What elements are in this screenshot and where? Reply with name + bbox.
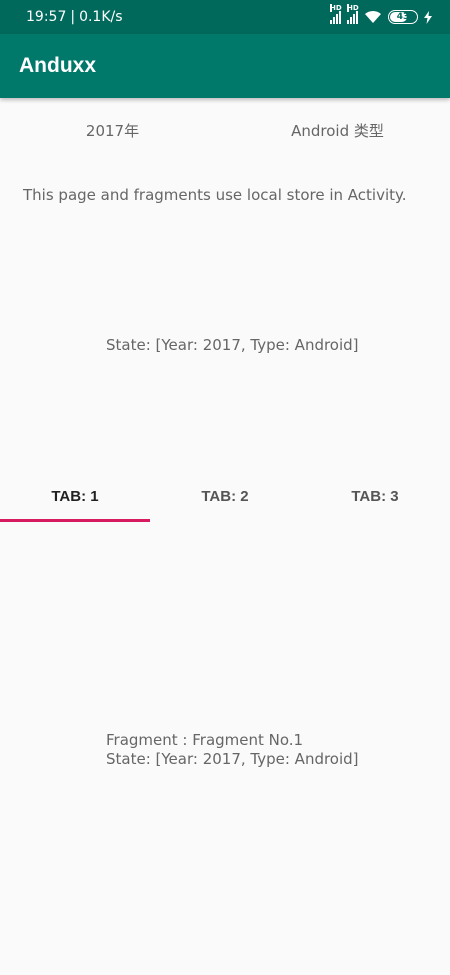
status-left: 19:57 | 0.1K/s	[26, 9, 123, 25]
fragment-content: Fragment : Fragment No.1 State: [Year: 2…	[106, 731, 359, 769]
status-separator: |	[70, 9, 76, 25]
hd-label-2: HD	[347, 4, 359, 12]
selector-row: 2017年 Android 类型	[0, 112, 450, 148]
state-text: State: [Year: 2017, Type: Android]	[106, 336, 359, 354]
status-right: HD HD 43	[330, 4, 432, 24]
year-selector[interactable]: 2017年	[0, 112, 225, 148]
status-network-speed: 0.1K/s	[79, 9, 123, 25]
tab-indicator	[0, 519, 150, 522]
hd-label: HD	[330, 4, 342, 12]
app-bar: Anduxx	[0, 34, 450, 98]
charging-icon	[424, 10, 432, 24]
type-selector[interactable]: Android 类型	[225, 112, 450, 148]
wifi-icon	[365, 10, 381, 23]
tab-1[interactable]: TAB: 1	[0, 470, 150, 522]
signal-icon: HD	[330, 4, 342, 24]
battery-icon: 43	[388, 10, 418, 24]
app-title: Anduxx	[19, 54, 97, 77]
fragment-state: State: [Year: 2017, Type: Android]	[106, 750, 359, 768]
status-time: 19:57	[26, 9, 67, 25]
tab-bar: TAB: 1 TAB: 2 TAB: 3	[0, 470, 450, 522]
tab-3[interactable]: TAB: 3	[300, 470, 450, 522]
signal-icon-2: HD	[347, 4, 359, 24]
battery-level: 43	[396, 12, 410, 22]
status-bar: 19:57 | 0.1K/s HD HD 43	[0, 0, 450, 34]
tab-2[interactable]: TAB: 2	[150, 470, 300, 522]
info-text: This page and fragments use local store …	[23, 186, 407, 204]
fragment-title: Fragment : Fragment No.1	[106, 731, 304, 749]
